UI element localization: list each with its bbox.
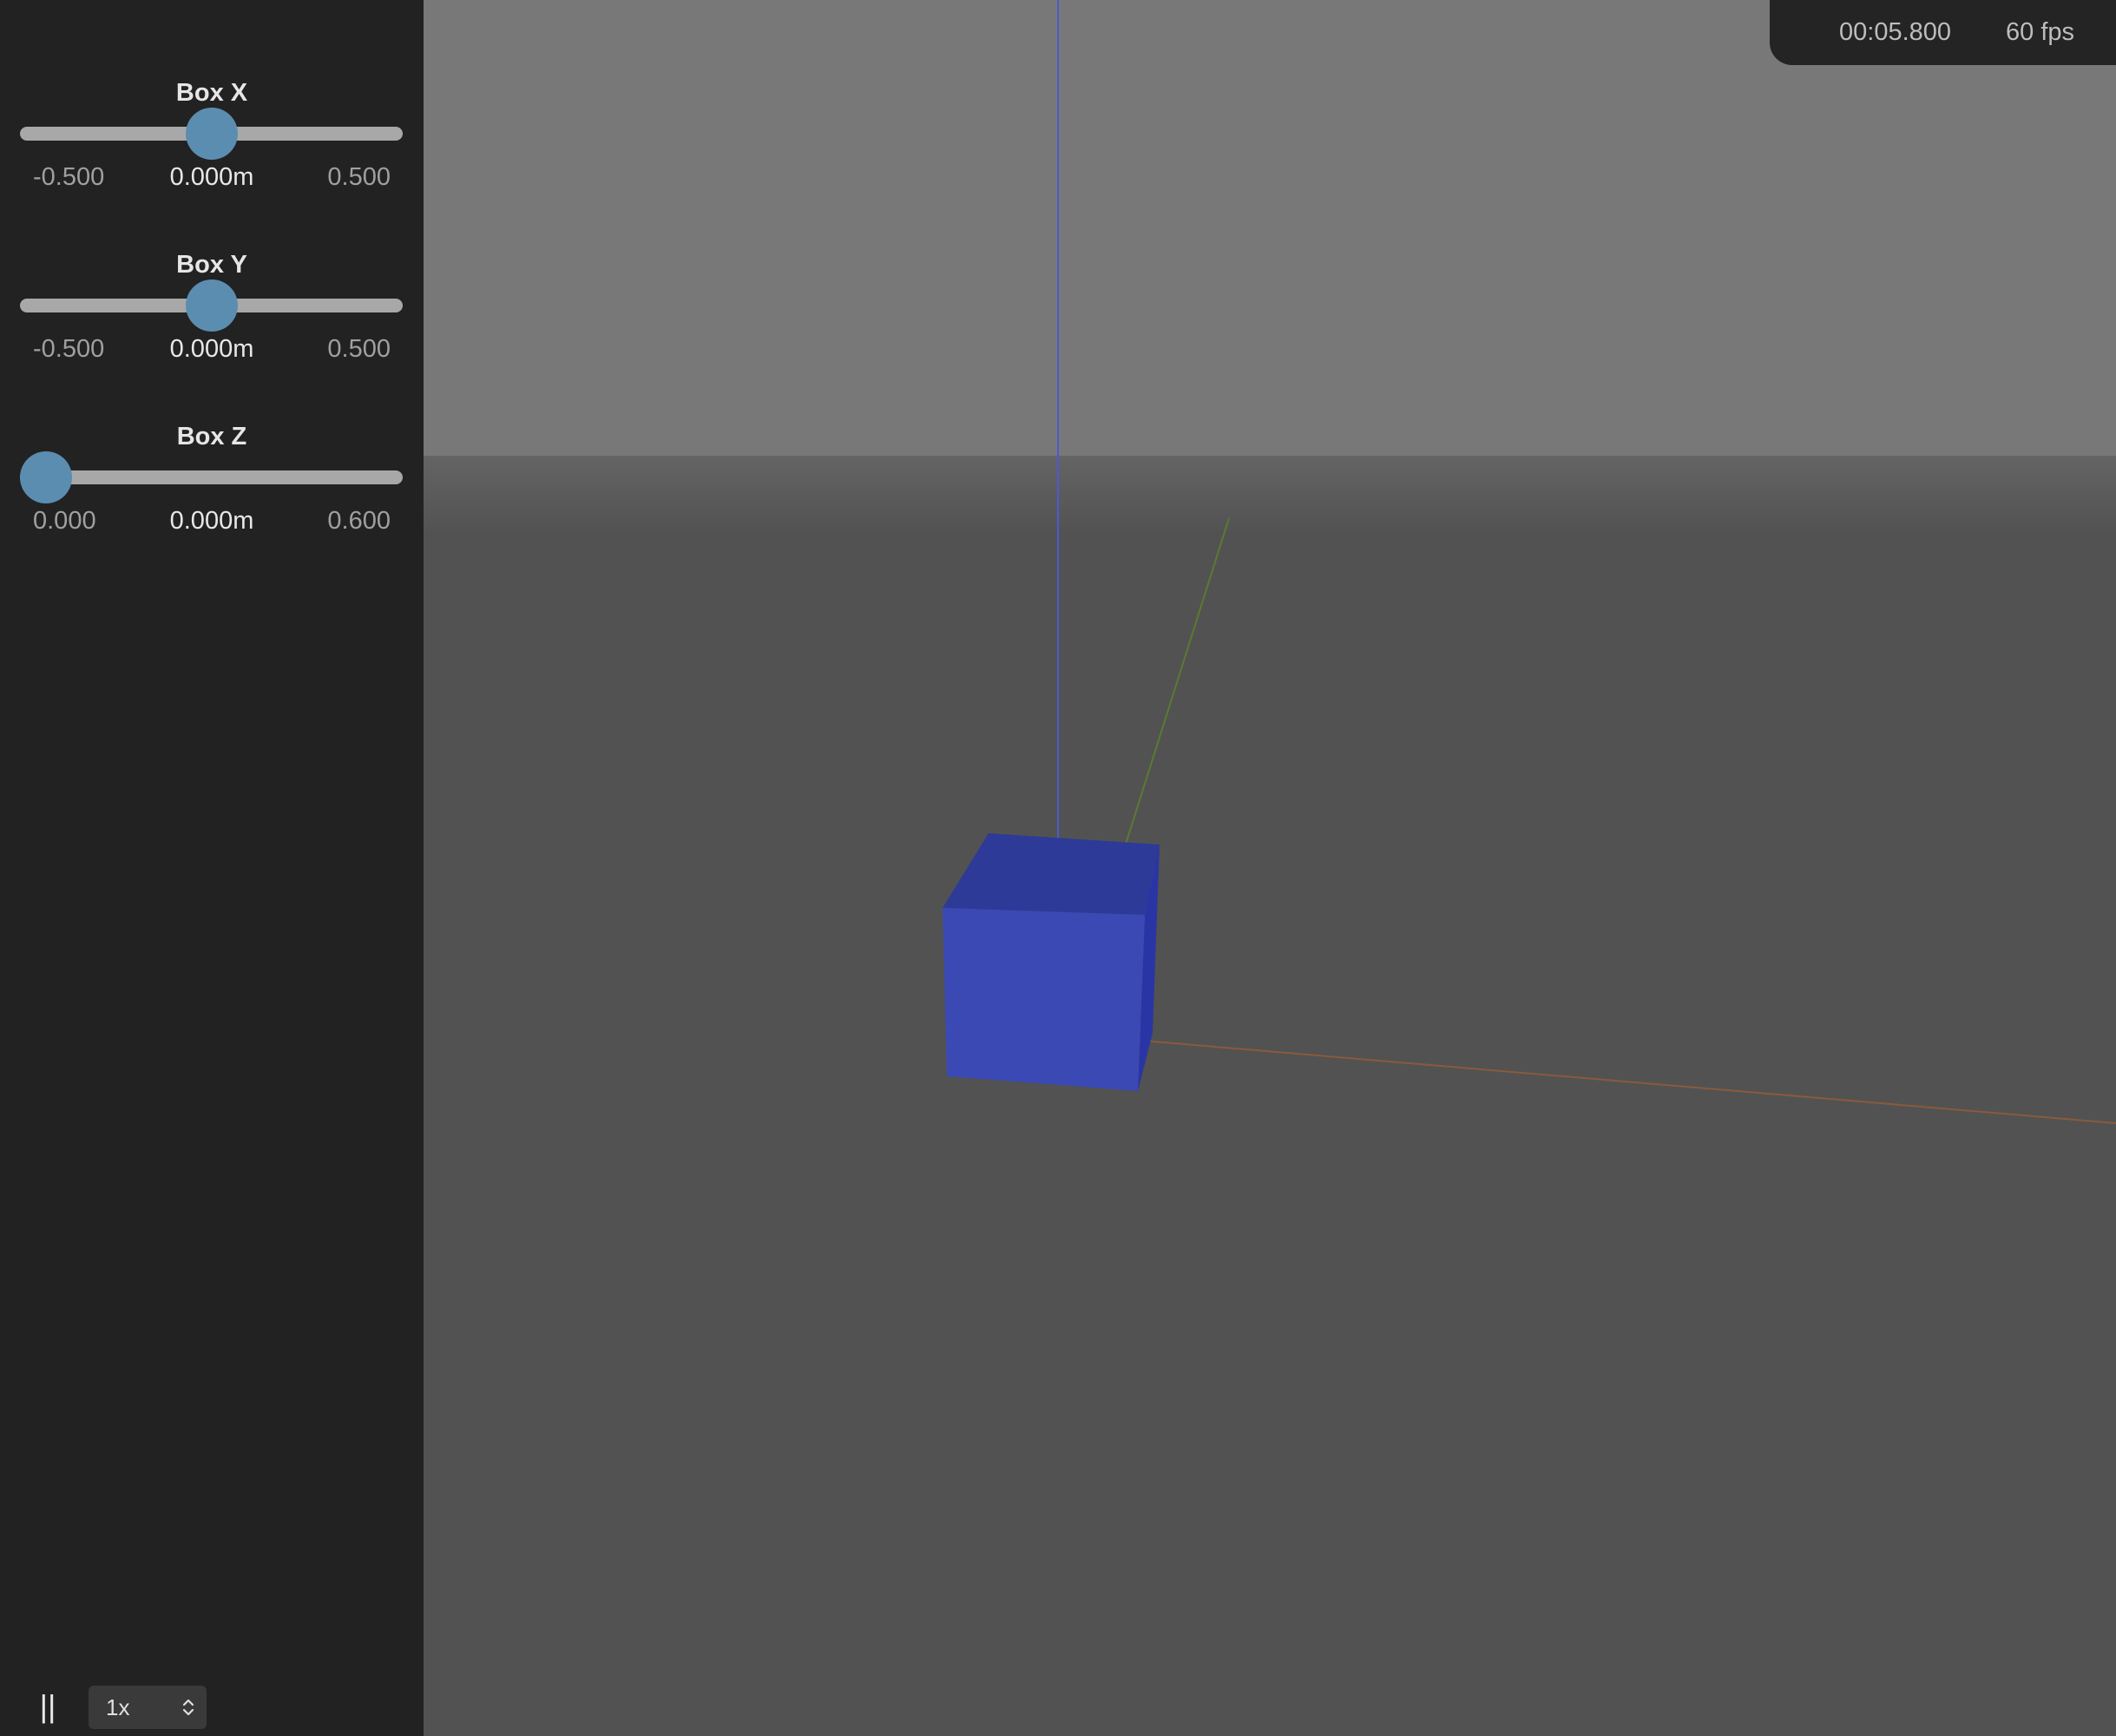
- box-z-label: Box Z: [176, 423, 247, 450]
- pause-button[interactable]: ||: [35, 1689, 61, 1724]
- scene-canvas: [424, 0, 2116, 1736]
- speed-value: 1x: [106, 1694, 130, 1720]
- horizon-fade: [424, 456, 2116, 534]
- box-x-slider-track[interactable]: [20, 108, 403, 160]
- box-front-face: [943, 908, 1145, 1091]
- box-y-max-label: 0.500: [327, 335, 391, 363]
- sim-time: 00:05.800: [1839, 18, 1952, 46]
- chevron-up-down-icon: [182, 1699, 194, 1716]
- box-x-label: Box X: [175, 79, 248, 107]
- control-panel: Box X -0.500 0.000m 0.500 Box Y -0.500 0…: [0, 0, 424, 1736]
- box-y-slider-track[interactable]: [20, 279, 403, 332]
- ground-plane: [424, 534, 2116, 1736]
- speed-select[interactable]: 1x: [89, 1686, 207, 1729]
- box-y-label: Box Y: [176, 251, 247, 279]
- hud-overlay: 00:05.800 60 fps: [1770, 0, 2116, 65]
- box-x-slider-thumb[interactable]: [185, 108, 238, 160]
- fps-counter: 60 fps: [2006, 18, 2074, 46]
- sky: [424, 0, 2116, 456]
- box-x-max-label: 0.500: [327, 163, 391, 191]
- box-z-slider-thumb[interactable]: [20, 451, 72, 503]
- box-z-max-label: 0.600: [327, 507, 391, 535]
- 3d-viewport[interactable]: 00:05.800 60 fps: [424, 0, 2116, 1736]
- box-y-slider-thumb[interactable]: [185, 279, 238, 332]
- simulator-app: Box X -0.500 0.000m 0.500 Box Y -0.500 0…: [0, 0, 2116, 1736]
- box-z-slider-track[interactable]: [20, 451, 403, 503]
